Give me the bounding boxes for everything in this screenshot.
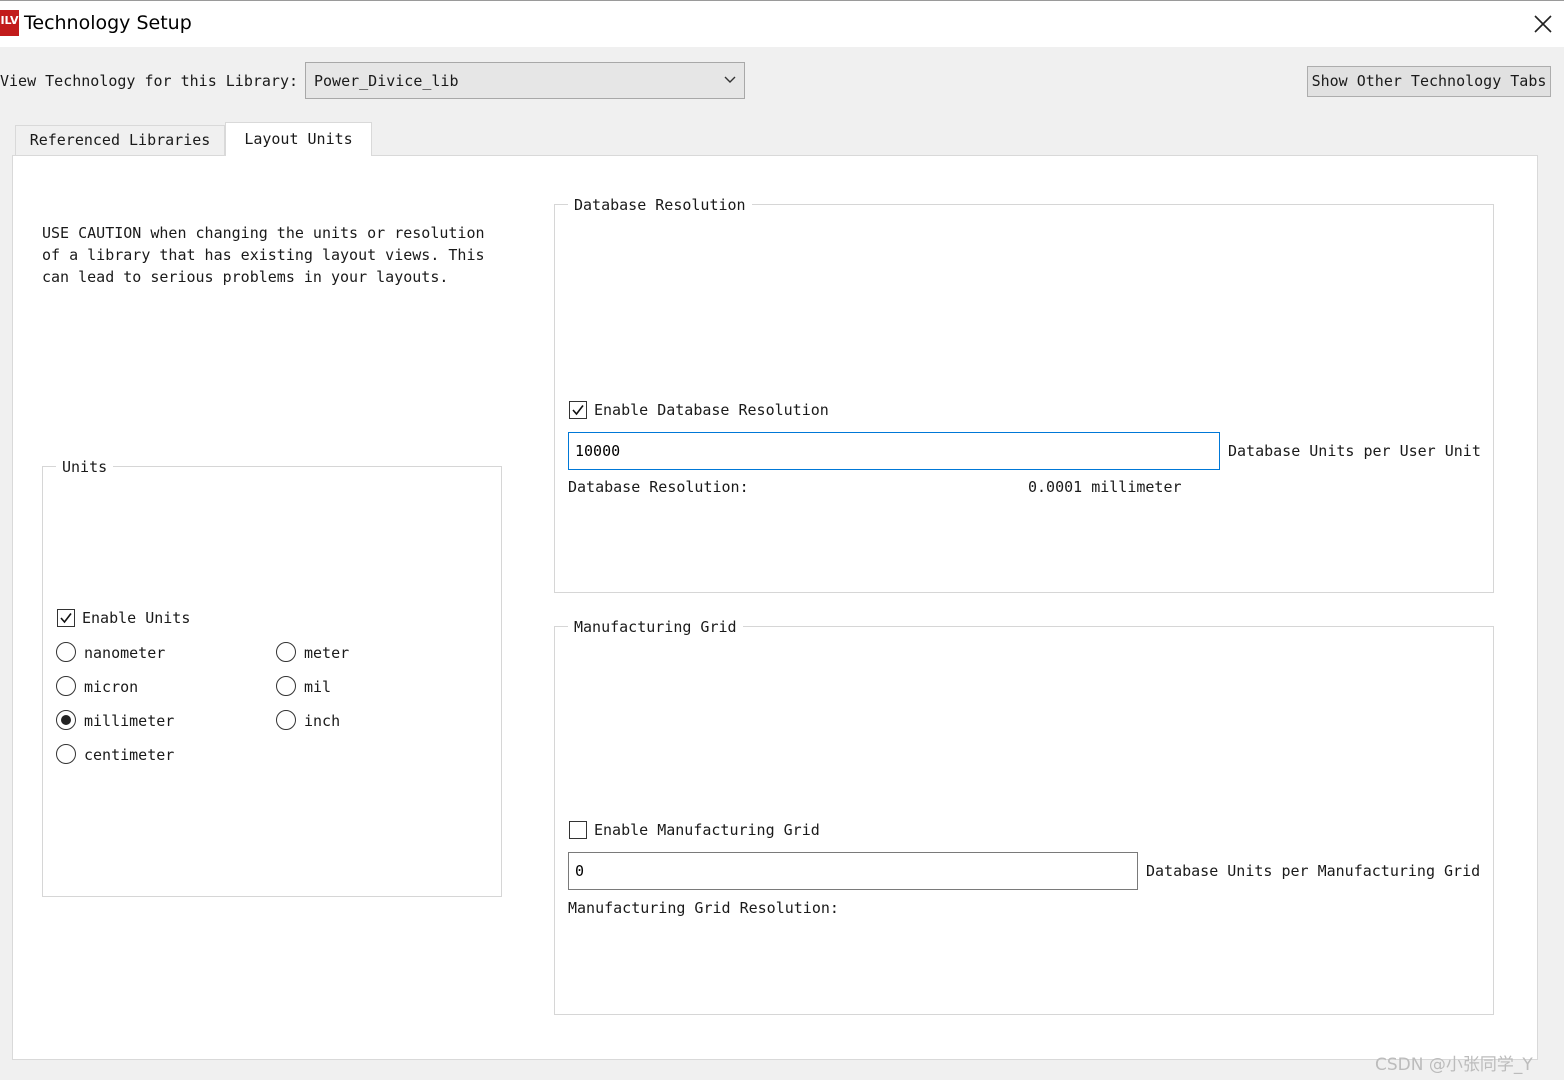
db-resolution-title: Database Resolution (568, 196, 752, 214)
radio-nanometer[interactable] (56, 642, 76, 662)
radio-millimeter[interactable] (56, 710, 76, 730)
mfg-grid-title: Manufacturing Grid (568, 618, 743, 636)
checkmark-icon (572, 405, 584, 416)
chevron-down-icon (724, 76, 736, 83)
title-bar: ILV Technology Setup (0, 0, 1564, 47)
radio-mil[interactable] (276, 676, 296, 696)
enable-mfg-grid-checkbox[interactable] (569, 821, 587, 839)
checkmark-icon (60, 613, 72, 624)
enable-units-checkbox[interactable] (57, 609, 75, 627)
enable-mfg-grid-label: Enable Manufacturing Grid (594, 821, 820, 839)
radio-label-micron: micron (84, 678, 139, 696)
library-select[interactable]: Power_Divice_lib (305, 62, 745, 99)
mfg-grid-field[interactable] (569, 853, 1137, 889)
db-units-input[interactable] (568, 432, 1220, 470)
mfg-grid-resolution-label: Manufacturing Grid Resolution: (568, 899, 839, 917)
radio-selected-dot (61, 715, 71, 725)
radio-inch[interactable] (276, 710, 296, 730)
tab-layout-units[interactable]: Layout Units (225, 122, 372, 156)
radio-label-millimeter: millimeter (84, 712, 175, 730)
radio-label-mil: mil (304, 678, 332, 696)
radio-micron[interactable] (56, 676, 76, 696)
radio-label-nanometer: nanometer (84, 644, 166, 662)
db-units-label: Database Units per User Unit (1228, 442, 1481, 460)
units-group-title: Units (56, 458, 114, 476)
enable-units-label: Enable Units (82, 609, 191, 627)
db-resolution-group (554, 204, 1494, 593)
mfg-grid-units-label: Database Units per Manufacturing Grid (1146, 862, 1481, 880)
window-title: Technology Setup (24, 12, 192, 34)
app-icon: ILV (0, 10, 19, 36)
mfg-grid-input[interactable] (568, 852, 1138, 890)
db-units-field[interactable] (569, 433, 1219, 469)
radio-label-meter: meter (304, 644, 350, 662)
watermark: CSDN @小张同学_Y (1375, 1055, 1533, 1075)
radio-meter[interactable] (276, 642, 296, 662)
db-resolution-label: Database Resolution: (568, 478, 749, 496)
radio-label-inch: inch (304, 712, 341, 730)
close-icon[interactable] (1530, 11, 1556, 37)
radio-centimeter[interactable] (56, 744, 76, 764)
show-other-tabs-button[interactable]: Show Other Technology Tabs (1307, 66, 1551, 97)
db-resolution-value: 0.0001 millimeter (1028, 478, 1182, 496)
library-select-value: Power_Divice_lib (314, 72, 459, 90)
tab-referenced-libraries[interactable]: Referenced Libraries (15, 125, 225, 155)
enable-db-resolution-label: Enable Database Resolution (594, 401, 829, 419)
enable-db-resolution-checkbox[interactable] (569, 401, 587, 419)
radio-label-centimeter: centimeter (84, 746, 175, 764)
caution-text: USE CAUTION when changing the units or r… (42, 224, 485, 286)
library-label: View Technology for this Library: (0, 72, 299, 90)
